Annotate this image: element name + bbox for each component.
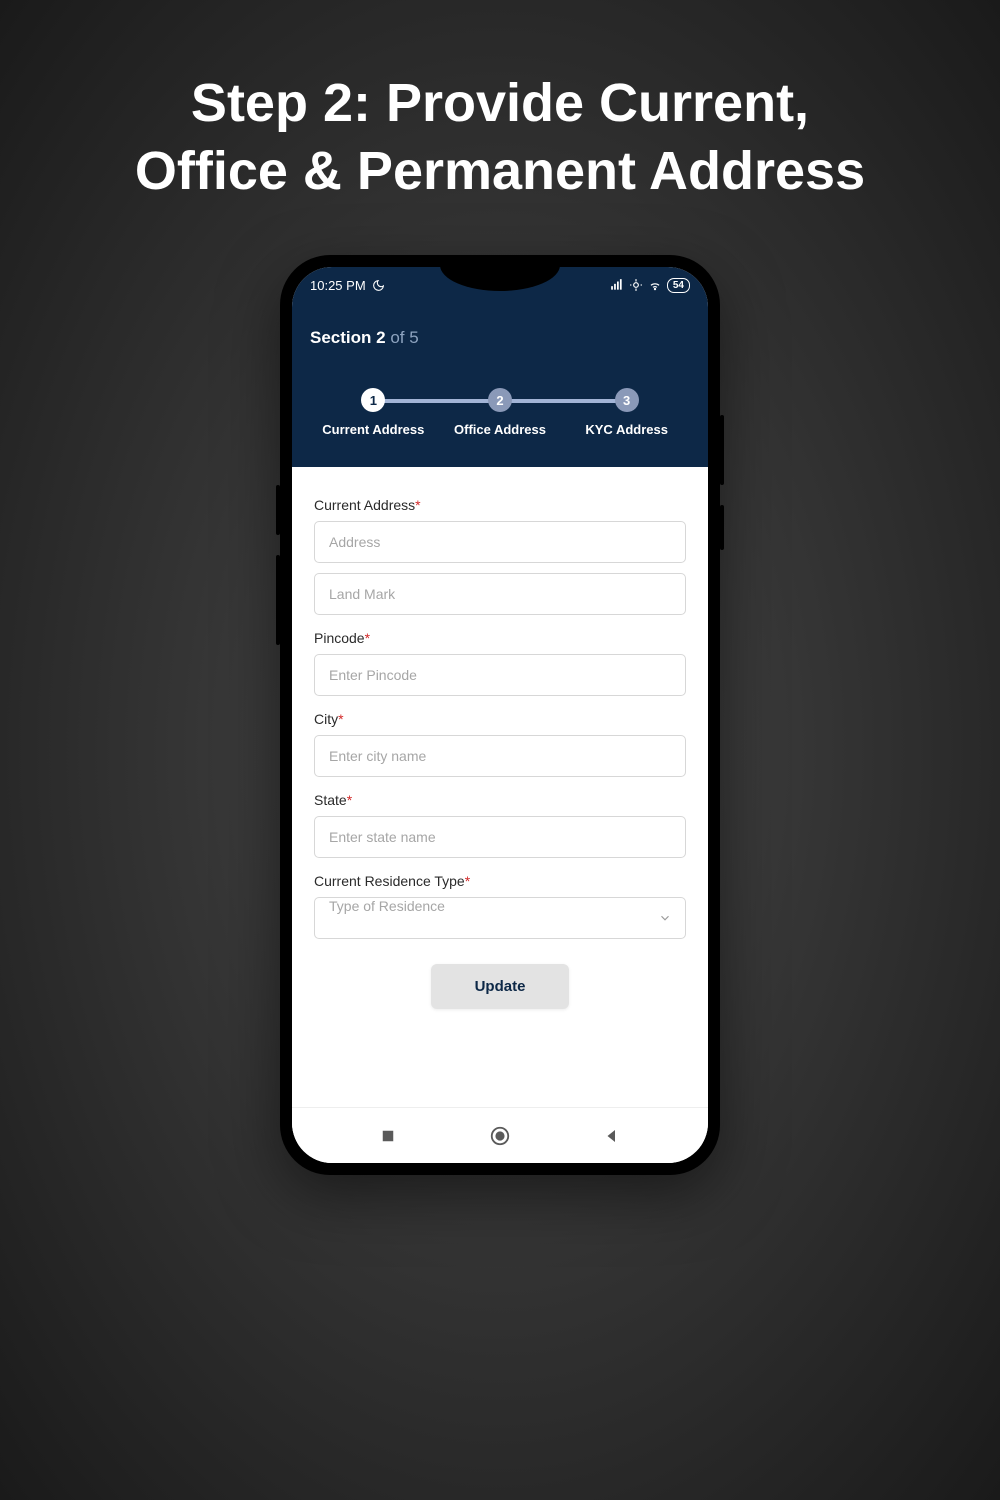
status-time: 10:25 PM (310, 278, 366, 293)
step-current-address[interactable]: 1 Current Address (310, 388, 437, 437)
nav-back-button[interactable] (601, 1125, 623, 1147)
page-heading-line2: Office & Permanent Address (135, 141, 865, 201)
section-indicator: Section 2 of 5 (310, 328, 690, 348)
update-button[interactable]: Update (431, 964, 570, 1009)
step-office-address[interactable]: 2 Office Address (437, 388, 564, 437)
step-number: 2 (488, 388, 512, 412)
page-heading-line1: Step 2: Provide Current, (191, 73, 809, 133)
step-kyc-address[interactable]: 3 KYC Address (563, 388, 690, 437)
pincode-label: Pincode* (314, 630, 686, 646)
city-input[interactable] (314, 735, 686, 777)
state-label: State* (314, 792, 686, 808)
residence-type-select[interactable]: Type of Residence (314, 897, 686, 939)
landmark-input[interactable] (314, 573, 686, 615)
city-label: City* (314, 711, 686, 727)
section-total: of 5 (386, 328, 419, 347)
network-icon (629, 278, 643, 292)
system-nav-bar (292, 1107, 708, 1163)
dnd-moon-icon (372, 279, 385, 292)
signal-icon (610, 278, 624, 292)
progress-stepper: 1 Current Address 2 Office Address 3 KYC… (310, 388, 690, 437)
step-label: Office Address (454, 422, 546, 437)
wifi-icon (648, 278, 662, 292)
nav-home-button[interactable] (489, 1125, 511, 1147)
step-label: Current Address (322, 422, 424, 437)
page-heading: Step 2: Provide Current, Office & Perman… (0, 0, 1000, 205)
phone-screen: 10:25 PM 54 Section 2 of 5 1 Current Add… (292, 267, 708, 1163)
state-input[interactable] (314, 816, 686, 858)
address-form: Current Address* Pincode* City* State* C… (292, 467, 708, 1027)
pincode-input[interactable] (314, 654, 686, 696)
address-input[interactable] (314, 521, 686, 563)
step-label: KYC Address (585, 422, 668, 437)
page-header: Section 2 of 5 1 Current Address 2 Offic… (292, 303, 708, 467)
phone-mockup-frame: 10:25 PM 54 Section 2 of 5 1 Current Add… (280, 255, 720, 1175)
residence-type-label: Current Residence Type* (314, 873, 686, 889)
step-number: 1 (361, 388, 385, 412)
step-number: 3 (615, 388, 639, 412)
current-address-label: Current Address* (314, 497, 686, 513)
battery-label: 54 (667, 278, 690, 293)
section-number: Section 2 (310, 328, 386, 347)
nav-recent-button[interactable] (377, 1125, 399, 1147)
